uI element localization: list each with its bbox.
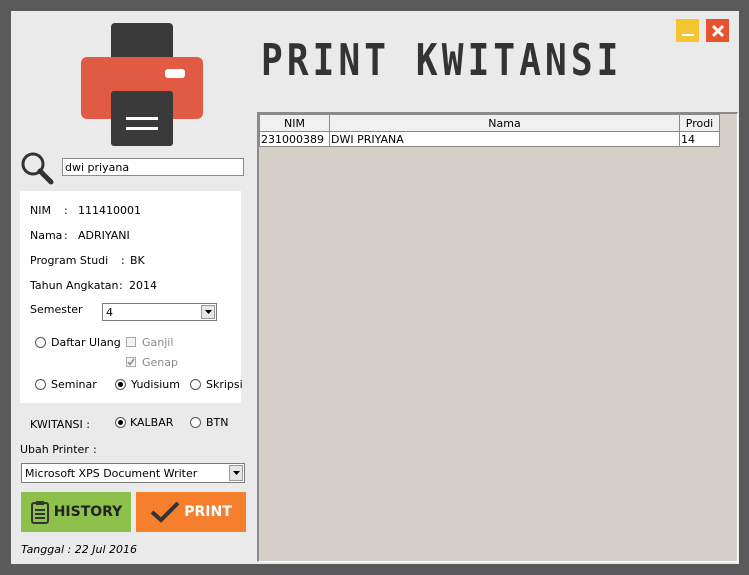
- prodi-label: Program Studi: [30, 254, 109, 267]
- history-button-label: HISTORY: [53, 504, 123, 520]
- search-input[interactable]: [62, 158, 244, 176]
- skripsi-label: Skripsi: [206, 378, 243, 391]
- kalbar-radio[interactable]: [115, 417, 126, 428]
- main-window: PRINT KWITANSI NIM : 111410001 Nama : AD…: [11, 11, 739, 564]
- chevron-down-icon[interactable]: [229, 465, 243, 481]
- printer-select[interactable]: Microsoft XPS Document Writer: [21, 463, 245, 483]
- ubah-printer-separator: :: [93, 443, 97, 456]
- print-button-label: PRINT: [184, 504, 232, 520]
- minimize-icon: [681, 33, 694, 36]
- close-icon: [711, 24, 724, 37]
- prodi-value: BK: [130, 254, 145, 267]
- checkmark-icon: [150, 501, 180, 523]
- chevron-down-icon[interactable]: [201, 305, 215, 319]
- semester-select[interactable]: 4: [102, 303, 217, 321]
- ubah-printer-label: Ubah Printer: [20, 443, 89, 456]
- date-text: Tanggal : 22 Jul 2016: [21, 543, 137, 556]
- printer-select-value: Microsoft XPS Document Writer: [25, 467, 198, 480]
- minimize-button[interactable]: [676, 19, 699, 42]
- prodi-separator: :: [121, 254, 125, 267]
- close-button[interactable]: [706, 19, 729, 42]
- printer-icon: [81, 23, 203, 146]
- semester-select-value: 4: [106, 306, 113, 319]
- yudisium-radio[interactable]: [115, 379, 126, 390]
- nim-separator: :: [64, 204, 68, 217]
- yudisium-label: Yudisium: [131, 378, 180, 391]
- cell-nim[interactable]: 231000389: [259, 131, 330, 147]
- semester-label: Semester: [30, 303, 83, 316]
- nim-value: 111410001: [78, 204, 141, 217]
- print-button[interactable]: PRINT: [136, 492, 246, 532]
- skripsi-radio[interactable]: [190, 379, 201, 390]
- kwitansi-label: KWITANSI :: [30, 418, 90, 431]
- clipboard-icon: [30, 501, 49, 524]
- seminar-radio[interactable]: [35, 379, 46, 390]
- cell-prodi[interactable]: 14: [679, 131, 720, 147]
- genap-checkbox[interactable]: [126, 357, 136, 367]
- btn-radio[interactable]: [190, 417, 201, 428]
- nama-separator: :: [64, 229, 68, 242]
- kalbar-label: KALBAR: [130, 416, 174, 429]
- ganjil-checkbox[interactable]: [126, 337, 136, 347]
- student-table: NIM Nama Prodi 231000389 DWI PRIYANA 14: [259, 114, 720, 147]
- page-title: PRINT KWITANSI: [261, 35, 623, 86]
- history-button[interactable]: HISTORY: [21, 492, 131, 532]
- angkatan-separator: :: [119, 279, 123, 292]
- angkatan-value: 2014: [129, 279, 157, 292]
- student-grid[interactable]: NIM Nama Prodi 231000389 DWI PRIYANA 14: [257, 112, 738, 562]
- daftar-ulang-radio[interactable]: [35, 337, 46, 348]
- student-info-panel: NIM : 111410001 Nama : ADRIYANI Program …: [20, 191, 243, 403]
- column-header-nim[interactable]: NIM: [259, 114, 330, 132]
- nim-label: NIM: [30, 204, 51, 217]
- search-icon[interactable]: [19, 150, 55, 186]
- column-header-nama[interactable]: Nama: [329, 114, 680, 132]
- nama-value: ADRIYANI: [78, 229, 130, 242]
- btn-label: BTN: [206, 416, 229, 429]
- cell-nama[interactable]: DWI PRIYANA: [329, 131, 680, 147]
- nama-label: Nama: [30, 229, 63, 242]
- ganjil-label: Ganjil: [142, 336, 174, 349]
- checkmark-icon: [127, 358, 135, 366]
- table-row[interactable]: 231000389 DWI PRIYANA 14: [259, 131, 720, 147]
- daftar-ulang-label: Daftar Ulang: [51, 336, 121, 349]
- column-header-prodi[interactable]: Prodi: [679, 114, 720, 132]
- genap-label: Genap: [142, 356, 178, 369]
- angkatan-label: Tahun Angkatan: [30, 279, 119, 292]
- seminar-label: Seminar: [51, 378, 97, 391]
